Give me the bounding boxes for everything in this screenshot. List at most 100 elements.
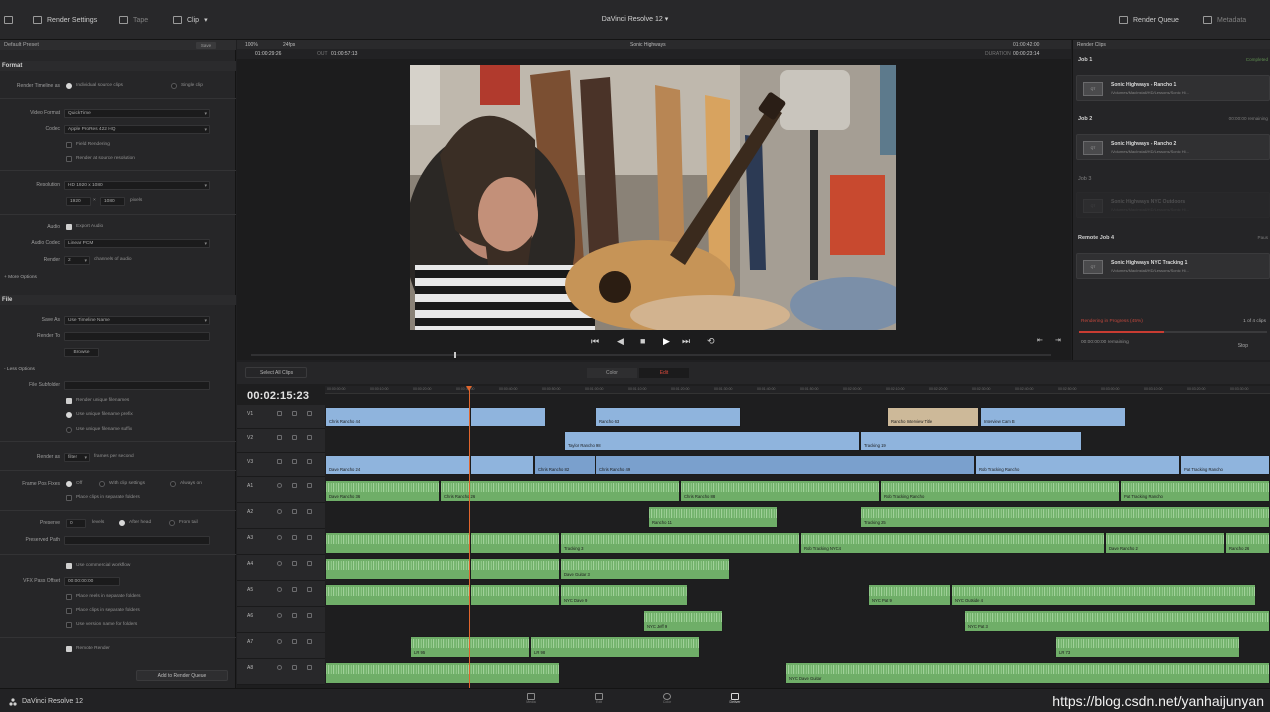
version-folders-checkbox[interactable] [66, 622, 72, 628]
video-clip[interactable] [470, 407, 546, 427]
audio-clip[interactable]: Rancho 11 [648, 506, 778, 528]
from-tail-radio[interactable] [169, 520, 175, 526]
audio-clip[interactable] [470, 558, 560, 580]
video-clip[interactable]: Pat Tracking Rancho [1180, 455, 1270, 475]
loop-button[interactable]: ⟲ [707, 336, 715, 346]
audio-clip[interactable]: LR 95 [410, 636, 530, 658]
track-header-v2[interactable]: V2 [237, 429, 325, 453]
track-header-a6[interactable]: A6 [237, 607, 325, 633]
auto-select-icon[interactable] [307, 561, 312, 566]
preserve-levels-field[interactable]: 0 [66, 519, 86, 528]
audio-clip[interactable]: Chris Rancho 88 [680, 480, 880, 502]
render-to-field[interactable] [64, 332, 210, 341]
video-clip[interactable]: Interview Cam B [980, 407, 1126, 427]
export-audio-checkbox[interactable] [66, 224, 72, 230]
filename-prefix-radio[interactable] [66, 412, 72, 418]
audio-clip[interactable]: Tracking 25 [860, 506, 1270, 528]
auto-select-icon[interactable] [307, 535, 312, 540]
preserved-path-field[interactable] [64, 536, 210, 545]
audio-clip[interactable]: Dave Rancho 2 [1105, 532, 1225, 554]
audio-clip[interactable]: NYC Pat 3 [964, 610, 1270, 632]
single-clip-radio[interactable] [171, 83, 177, 89]
audio-clip[interactable]: NYC Dave 9 [560, 584, 688, 606]
audio-clip[interactable]: NYC Outside 4 [951, 584, 1256, 606]
tape-tab[interactable]: Tape [119, 14, 148, 26]
deliver-page-tab[interactable]: Deliver [722, 693, 748, 711]
resolution-dropdown[interactable]: HD 1920 x 1080 [64, 181, 210, 190]
track-header-v1[interactable]: V1 [237, 405, 325, 429]
video-clip[interactable]: Rob Tracking Rancho [975, 455, 1180, 475]
video-clip[interactable]: Rancho Interview Title [887, 407, 979, 427]
audio-codec-dropdown[interactable]: Linear PCM [64, 239, 210, 248]
video-clip[interactable]: Rancho 63 [595, 407, 741, 427]
track-header-v3[interactable]: V3 [237, 453, 325, 477]
clips-folders-checkbox[interactable] [66, 608, 72, 614]
job-card[interactable]: QT Sonic Highways - Rancho 1 /Volumes/Ma… [1076, 75, 1270, 101]
play-button[interactable]: ▶ [663, 336, 670, 346]
speaker-icon[interactable] [277, 613, 282, 618]
audio-clip[interactable]: Pat Tracking Rancho [1120, 480, 1270, 502]
track-header-a8[interactable]: A8 [237, 659, 325, 685]
audio-clip[interactable]: Dave Guitar 3 [560, 558, 730, 580]
auto-select-icon[interactable] [307, 483, 312, 488]
audio-clip[interactable] [325, 662, 560, 684]
select-all-clips-button[interactable]: Select All Clips [245, 367, 307, 378]
track-header-a7[interactable]: A7 [237, 633, 325, 659]
track-header-a4[interactable]: A4 [237, 555, 325, 581]
clip-tab[interactable]: Clip ▾ [173, 14, 208, 26]
monitor-icon[interactable] [307, 411, 312, 416]
more-options-toggle[interactable]: + More Options [4, 275, 37, 280]
lock-icon[interactable] [292, 613, 297, 618]
audio-clip[interactable]: NYC Pat 9 [868, 584, 951, 606]
video-clip[interactable]: Chris Rancho 49 [595, 455, 975, 475]
scrubber-playhead[interactable] [454, 352, 456, 358]
video-clip[interactable]: Chris Rancho 82 [534, 455, 596, 475]
lock-icon[interactable] [277, 459, 282, 464]
auto-select-icon[interactable] [307, 509, 312, 514]
video-clip[interactable] [470, 455, 534, 475]
audio-clip[interactable]: LR 73 [1055, 636, 1240, 658]
track-header-a2[interactable]: A2 [237, 503, 325, 529]
mark-in-button[interactable]: ⇤ [1037, 336, 1043, 346]
job-card[interactable]: QT Sonic Highways NYC Tracking 1 /Volume… [1076, 253, 1270, 279]
lock-icon[interactable] [292, 535, 297, 540]
auto-select-icon[interactable] [292, 435, 297, 440]
unique-filenames-checkbox[interactable] [66, 398, 72, 404]
media-page-tab[interactable]: Media [518, 693, 544, 711]
height-field[interactable]: 1080 [100, 197, 125, 206]
lock-icon[interactable] [292, 587, 297, 592]
play-reverse-button[interactable]: ◀ [617, 336, 624, 346]
viewer-scrubber[interactable] [251, 352, 1051, 358]
video-clip[interactable]: Tracking 19 [860, 431, 1082, 451]
stop-render-button[interactable]: Stop [1238, 343, 1248, 349]
monitor-icon[interactable] [4, 14, 13, 26]
audio-clip[interactable]: Rob Tracking NYC4 [800, 532, 1105, 554]
render-queue-tab[interactable]: Render Queue [1119, 14, 1179, 26]
speaker-icon[interactable] [277, 561, 282, 566]
audio-clip[interactable]: Tracking 3 [560, 532, 800, 554]
filename-suffix-radio[interactable] [66, 427, 72, 433]
audio-clip[interactable] [470, 532, 560, 554]
audio-clip[interactable]: NYC Jeff 9 [643, 610, 723, 632]
browse-button[interactable]: Browse [64, 348, 99, 357]
audio-clip[interactable] [325, 584, 470, 606]
audio-clip[interactable]: Rancho 26 [1225, 532, 1270, 554]
zoom-dropdown[interactable]: 100% [245, 42, 258, 48]
save-as-dropdown[interactable]: Use Timeline Name [64, 316, 210, 325]
track-header-a1[interactable]: A1 [237, 477, 325, 503]
channels-dropdown[interactable]: 2 [64, 256, 90, 265]
auto-select-icon[interactable] [307, 639, 312, 644]
audio-clip[interactable]: NYC Dave Guitar [785, 662, 1270, 684]
lock-icon[interactable] [292, 509, 297, 514]
lock-icon[interactable] [292, 561, 297, 566]
auto-select-icon[interactable] [307, 665, 312, 670]
track-header-a5[interactable]: A5 [237, 581, 325, 607]
lock-icon[interactable] [292, 483, 297, 488]
speaker-icon[interactable] [277, 535, 282, 540]
video-clip[interactable]: Taylor Rancho 98 [564, 431, 860, 451]
video-clip[interactable]: Chris Rancho 44 [325, 407, 470, 427]
frame-pos-off-radio[interactable] [66, 481, 72, 487]
codec-dropdown[interactable]: Apple ProRes 422 HQ [64, 125, 210, 134]
remote-render-checkbox[interactable] [66, 646, 72, 652]
monitor-icon[interactable] [307, 459, 312, 464]
